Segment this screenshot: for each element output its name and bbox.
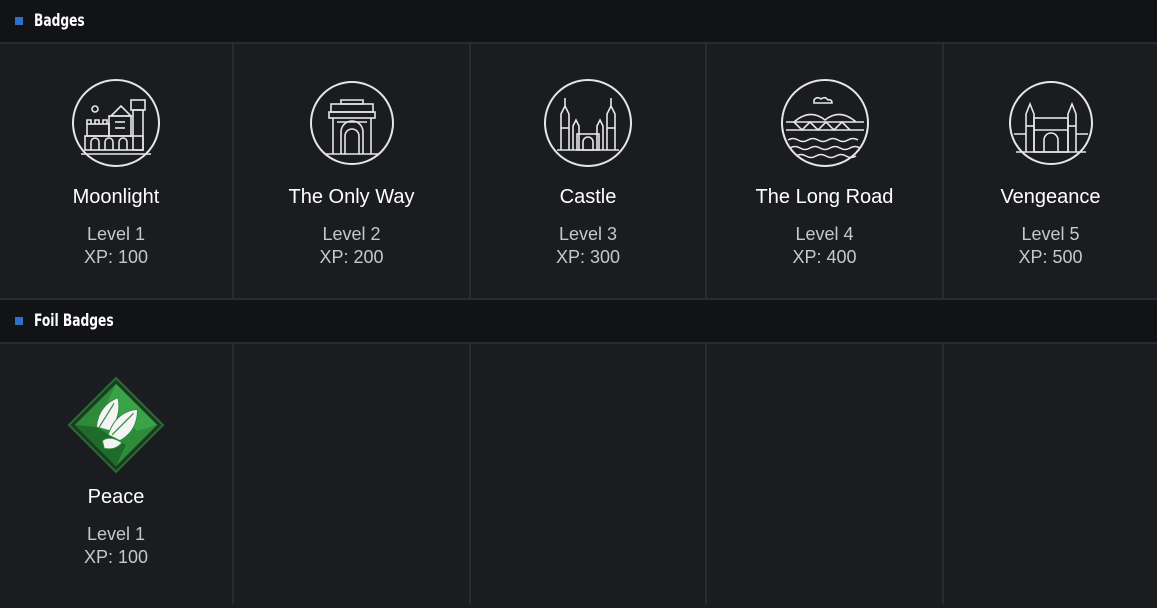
badges-grid: Moonlight Level 1 XP: 100 The Only Way L… bbox=[0, 44, 1157, 300]
section-marker-icon bbox=[15, 17, 23, 25]
empty-slot bbox=[234, 344, 471, 604]
empty-slot bbox=[707, 344, 944, 604]
badge-card[interactable]: Peace Level 1 XP: 100 bbox=[0, 344, 234, 604]
leaf-icon bbox=[67, 376, 165, 474]
fort-icon bbox=[72, 79, 160, 167]
badge-xp: XP: 100 bbox=[83, 247, 149, 267]
badge-level: Level 1 bbox=[86, 524, 146, 544]
badge-name: The Long Road bbox=[755, 186, 894, 208]
section-marker-icon bbox=[15, 317, 23, 325]
badge-level: Level 2 bbox=[322, 224, 381, 244]
badge-xp: XP: 400 bbox=[792, 247, 857, 267]
castle-icon bbox=[544, 79, 632, 167]
badges-section-header: Badges bbox=[0, 0, 1157, 44]
badge-name: Moonlight bbox=[72, 186, 160, 208]
badge-card[interactable]: The Long Road Level 4 XP: 400 bbox=[707, 44, 944, 298]
badge-level: Level 5 bbox=[1021, 224, 1080, 244]
badge-card[interactable]: The Only Way Level 2 XP: 200 bbox=[234, 44, 471, 298]
section-title: Badges bbox=[34, 11, 85, 31]
badge-name: The Only Way bbox=[288, 186, 415, 208]
foil-badges-section-header: Foil Badges bbox=[0, 300, 1157, 344]
empty-slot bbox=[471, 344, 707, 604]
badge-name: Peace bbox=[87, 486, 145, 508]
badge-xp: XP: 300 bbox=[555, 247, 621, 267]
gate-icon bbox=[309, 81, 394, 165]
badge-card[interactable]: Moonlight Level 1 XP: 100 bbox=[0, 44, 234, 298]
empty-slot bbox=[944, 344, 1157, 604]
badge-card[interactable]: Castle Level 3 XP: 300 bbox=[471, 44, 707, 298]
badge-name: Castle bbox=[559, 186, 617, 208]
badge-name: Vengeance bbox=[1000, 186, 1101, 208]
badge-card[interactable]: Vengeance Level 5 XP: 500 bbox=[944, 44, 1157, 298]
bridge-icon bbox=[780, 79, 869, 167]
foil-badges-grid: Peace Level 1 XP: 100 bbox=[0, 344, 1157, 604]
section-title: Foil Badges bbox=[34, 311, 114, 331]
badge-xp: XP: 500 bbox=[1018, 247, 1083, 267]
badge-level: Level 4 bbox=[795, 224, 854, 244]
monument-icon bbox=[1008, 81, 1093, 165]
badge-level: Level 3 bbox=[558, 224, 618, 244]
badge-xp: XP: 200 bbox=[319, 247, 384, 267]
badge-xp: XP: 100 bbox=[83, 547, 149, 567]
badge-level: Level 1 bbox=[86, 224, 146, 244]
